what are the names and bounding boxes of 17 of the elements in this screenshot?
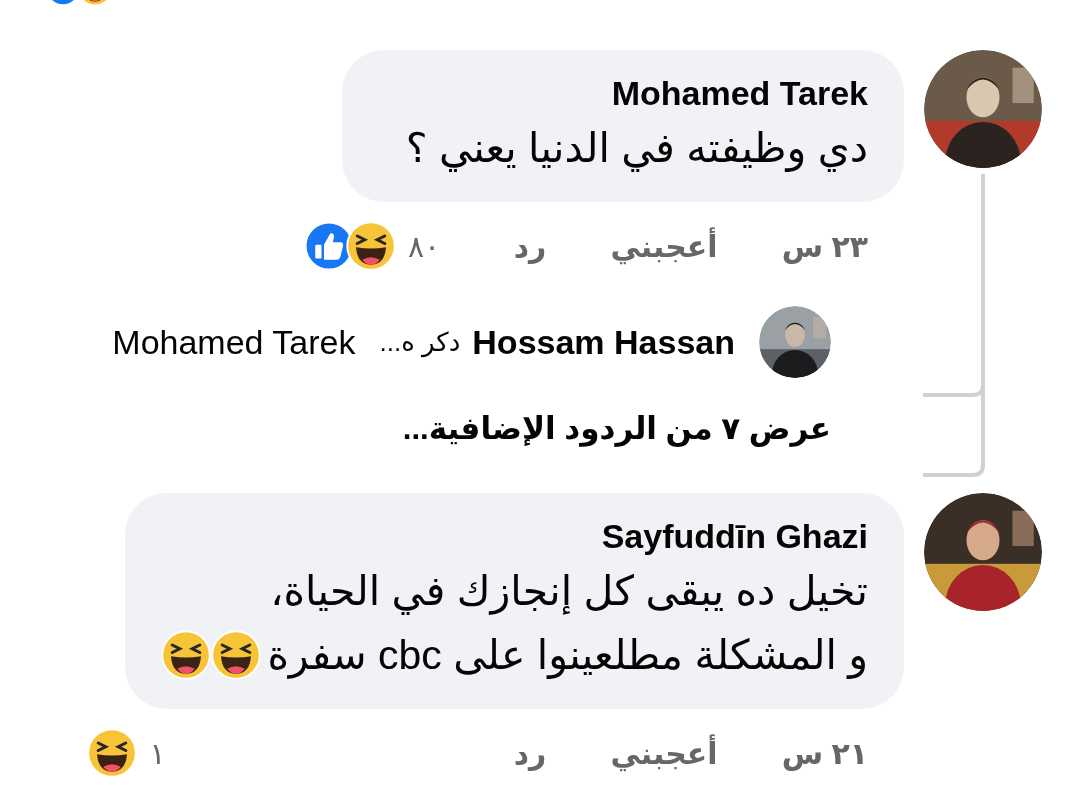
reaction-count: ٨٠ [408, 228, 441, 264]
comment-text: تخيل ده يبقى كل إنجازك في الحياة، [269, 567, 868, 617]
like-link[interactable]: أعجبني [610, 228, 718, 264]
more-replies-link[interactable]: عرض ٧ من الردود الإضافية... [0, 410, 831, 447]
comment-text: و المشكلة مطلعينوا على cbc سفرة [267, 631, 868, 681]
reply-snippet: دكر ه... [379, 326, 461, 358]
reaction-count: ١ [149, 735, 166, 771]
mention-link[interactable]: Mohamed Tarek [112, 322, 356, 362]
reply-link[interactable]: رد [513, 228, 547, 264]
author-name[interactable]: Hossam Hassan [472, 322, 735, 362]
timestamp: ٢٣ س [781, 228, 868, 264]
like-link[interactable]: أعجبني [610, 735, 718, 771]
comment-text: دي وظيفته في الدنيا يعني ؟ [404, 124, 868, 174]
author-name[interactable]: Sayfuddīn Ghazi [161, 513, 868, 559]
reply-link[interactable]: رد [513, 735, 547, 771]
timestamp: ٢١ س [781, 735, 868, 771]
author-name[interactable]: Mohamed Tarek [378, 70, 868, 116]
